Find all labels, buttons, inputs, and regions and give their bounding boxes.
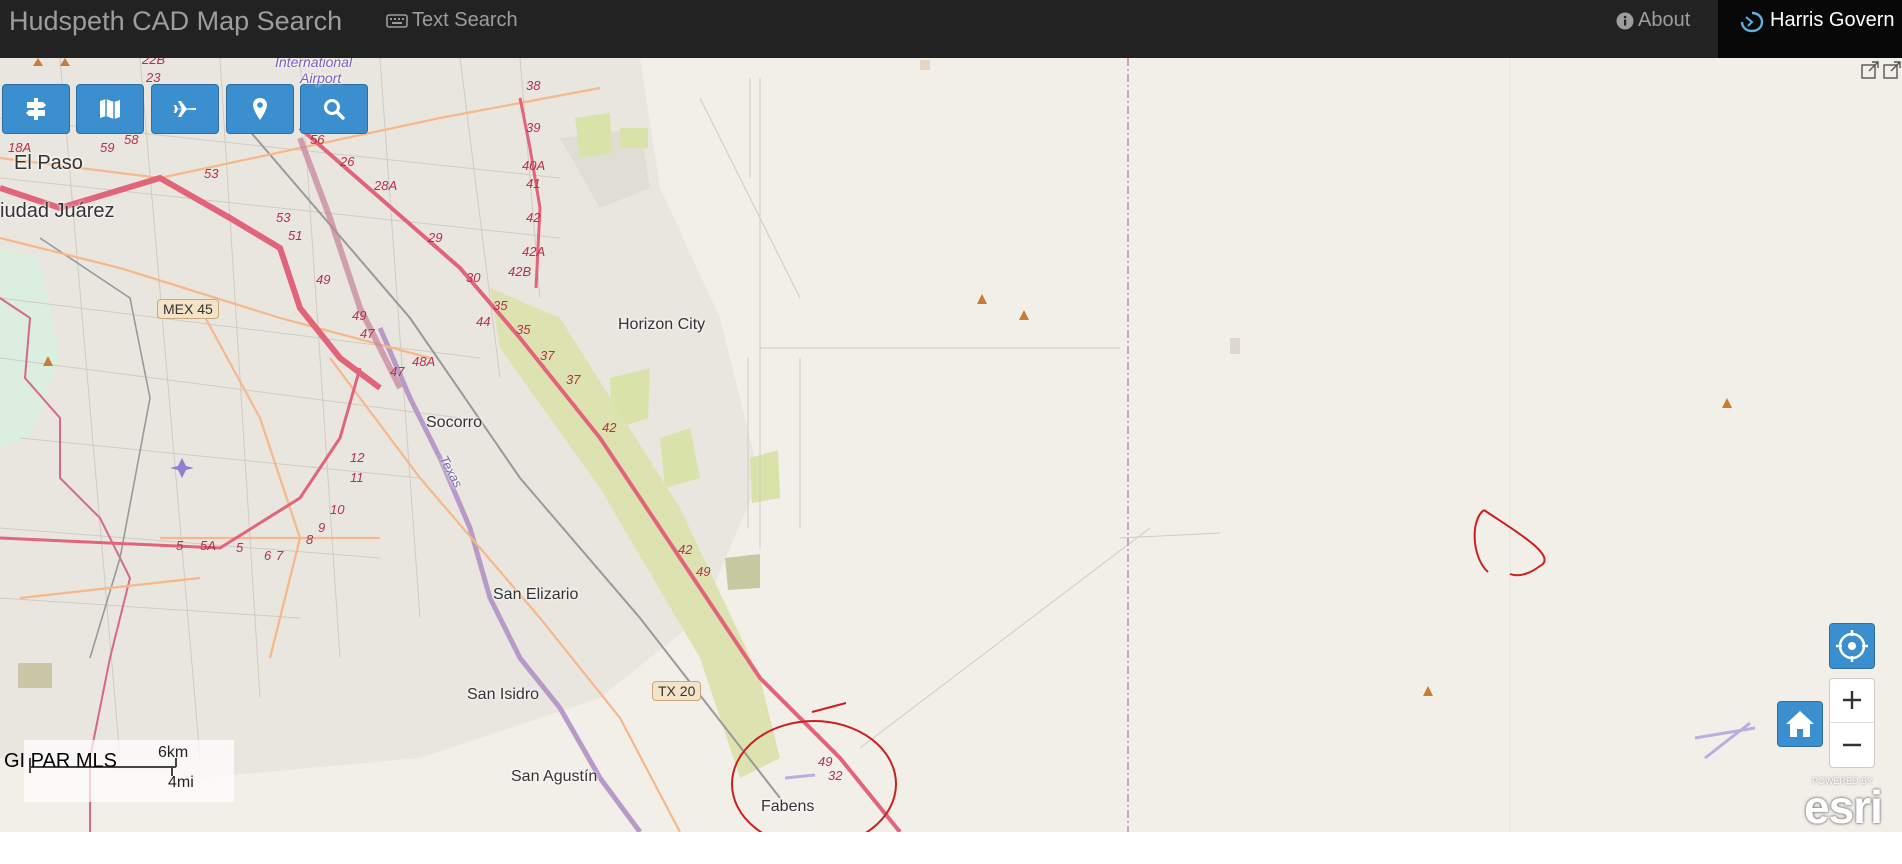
- place-fabens: Fabens: [761, 798, 815, 815]
- place-socorro: Socorro: [426, 414, 483, 431]
- exit-label: 5A: [200, 538, 216, 553]
- text-search-label: Text Search: [412, 9, 518, 31]
- exit-label: 35: [493, 298, 508, 313]
- exit-label: 7: [276, 548, 284, 563]
- expand-icon[interactable]: [1860, 60, 1880, 80]
- top-navbar: Hudspeth CAD Map Search Text Search Abou…: [0, 0, 1902, 58]
- exit-label: 30: [466, 270, 481, 285]
- crosshair-icon: [1836, 630, 1868, 662]
- shield-tx20: TX 20: [652, 681, 702, 701]
- exit-label: 8: [306, 532, 314, 547]
- exit-label: 56: [310, 132, 325, 147]
- exit-label: 37: [566, 372, 581, 387]
- exit-label: 37: [540, 348, 555, 363]
- exit-label: 48A: [412, 354, 436, 369]
- search-button[interactable]: [300, 84, 368, 134]
- plus-icon: [1843, 691, 1861, 709]
- exit-label: 53: [204, 166, 219, 181]
- exit-label: 40A: [522, 158, 546, 173]
- exit-label: 35: [516, 322, 531, 337]
- exit-label: 41: [526, 176, 541, 191]
- exit-label: 23: [146, 70, 161, 85]
- exit-label: 9: [318, 520, 326, 535]
- zoom-control: [1829, 678, 1875, 768]
- airport-button[interactable]: [151, 84, 219, 134]
- exit-label: 53: [276, 210, 291, 225]
- map-attribution: GI PAR MLS: [4, 750, 117, 772]
- exit-label: 42: [526, 210, 541, 225]
- exit-label: 12: [350, 450, 365, 465]
- popout-icon[interactable]: [1882, 60, 1902, 80]
- account-menu[interactable]: Harris Govern: [1718, 0, 1902, 58]
- minus-icon: [1843, 743, 1861, 747]
- home-icon: [1786, 711, 1814, 737]
- exit-label: 47: [390, 364, 405, 379]
- exit-label: 5: [176, 538, 184, 553]
- exit-label: 6: [264, 548, 272, 563]
- directions-button[interactable]: [2, 84, 70, 134]
- locate-button[interactable]: [1829, 623, 1875, 669]
- exit-label: 42: [602, 420, 617, 435]
- app-title[interactable]: Hudspeth CAD Map Search: [9, 6, 342, 36]
- place-el-paso: El Paso: [14, 152, 83, 174]
- esri-logo: esri: [1804, 781, 1883, 832]
- exit-label: 49: [352, 308, 367, 323]
- place-san-elizario: San Elizario: [493, 586, 579, 603]
- exit-label: 49: [316, 272, 331, 287]
- place-ciudad-juarez: iudad Juárez: [0, 200, 115, 222]
- search-icon: [324, 99, 345, 120]
- exit-label: 49: [818, 754, 833, 769]
- text-search-link[interactable]: Text Search: [386, 8, 518, 32]
- about-label: About: [1638, 9, 1691, 31]
- basemap-button[interactable]: [76, 84, 144, 134]
- exit-label: 18A: [8, 140, 32, 155]
- map-canvas[interactable]: El Paso iudad Juárez Horizon City Socorr…: [0, 58, 1902, 832]
- exit-label: 28A: [374, 178, 398, 193]
- about-link[interactable]: About: [1616, 8, 1690, 32]
- harris-logo-icon: [1740, 11, 1764, 33]
- exit-label: 26: [340, 154, 355, 169]
- shield-mex45: MEX 45: [157, 299, 219, 319]
- map-icon: [100, 99, 120, 119]
- exit-label: 10: [330, 502, 345, 517]
- location-button[interactable]: [226, 84, 294, 134]
- info-icon: [1616, 12, 1634, 30]
- exit-label: 22B: [142, 58, 166, 67]
- map-marker-icon: [253, 98, 267, 120]
- exit-label: 38: [526, 78, 541, 93]
- exit-label: 39: [526, 120, 541, 135]
- scale-km-label: 6km: [158, 744, 189, 761]
- airplane-icon: [174, 101, 196, 117]
- label-airport-line1: International: [275, 58, 353, 70]
- signpost-icon: [26, 98, 46, 120]
- label-airport-line2: Airport: [300, 70, 342, 86]
- place-san-agustin: San Agustín: [511, 768, 598, 785]
- basemap-layer: [0, 58, 1756, 832]
- exit-label: 42: [678, 542, 693, 557]
- exit-label: 51: [288, 228, 303, 243]
- exit-label: 32: [828, 768, 843, 783]
- keyboard-icon: [386, 13, 408, 28]
- exit-label: 42B: [508, 264, 532, 279]
- home-button[interactable]: [1777, 701, 1823, 747]
- place-san-isidro: San Isidro: [467, 686, 540, 703]
- place-horizon-city: Horizon City: [618, 316, 706, 333]
- exit-label: 5: [236, 540, 244, 555]
- zoom-in-button[interactable]: [1830, 679, 1874, 723]
- exit-label: 58: [124, 132, 139, 147]
- exit-label: 11: [350, 470, 364, 485]
- scale-mi-label: 4mi: [168, 774, 194, 791]
- exit-label: 42A: [522, 244, 546, 259]
- account-label: Harris Govern: [1770, 9, 1895, 31]
- exit-label: 47: [360, 326, 375, 341]
- exit-label: 59: [100, 140, 115, 155]
- exit-label: 44: [476, 314, 491, 329]
- exit-label: 49: [696, 564, 711, 579]
- exit-label: 29: [428, 230, 443, 245]
- zoom-out-button[interactable]: [1830, 723, 1874, 767]
